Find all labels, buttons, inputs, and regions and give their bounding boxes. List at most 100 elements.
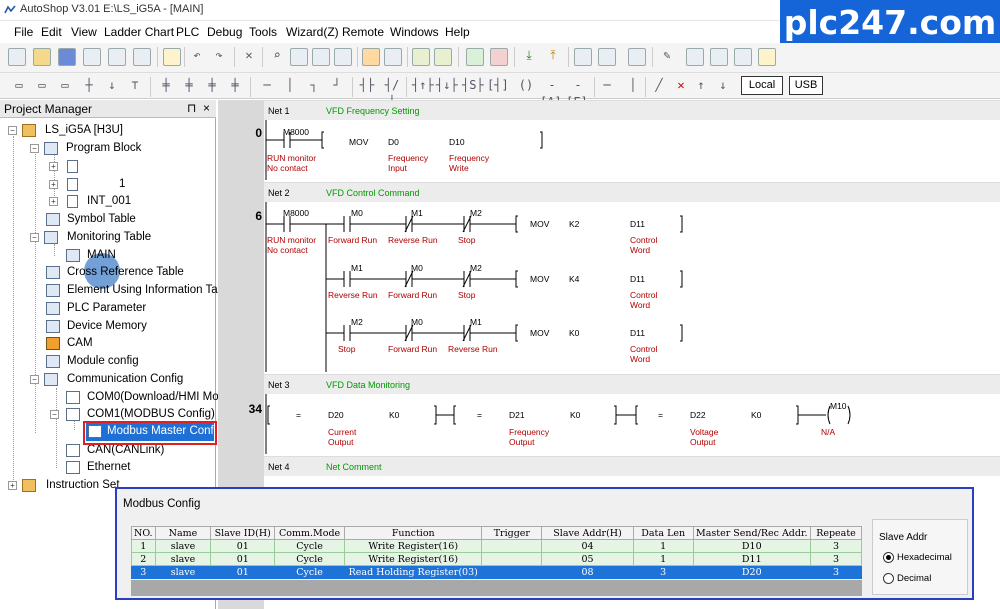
menu-file[interactable]: File [14,25,33,39]
cell: Cycle [274,539,346,553]
horizontal-line-icon[interactable]: ─ [598,77,616,94]
window-icon[interactable] [362,48,380,66]
col-master-addr[interactable]: Master Send/Rec Addr. [692,526,811,540]
binoculars-icon[interactable]: ⌕ [268,47,286,64]
list-icon[interactable] [734,48,752,66]
monitor-edit-icon[interactable] [434,48,452,66]
nc-contact-icon[interactable]: ┤/├ [383,77,401,109]
instruction-icon[interactable] [686,48,704,66]
hline-icon[interactable]: ─ [258,77,276,94]
paste-icon[interactable] [133,48,151,66]
copy-icon[interactable] [108,48,126,66]
save-icon[interactable] [58,48,76,66]
menu-wizard[interactable]: Wizard(Z) [286,25,339,39]
menu-plc[interactable]: PLC [176,25,199,39]
down-arrow-icon[interactable]: ↓ [714,77,732,94]
ladder-del-icon[interactable]: ⊤ [126,77,144,94]
monitor-icon[interactable] [412,48,430,66]
pencil-icon[interactable]: ✎ [658,47,676,64]
run-icon[interactable] [466,48,484,66]
element-info-label: Element Using Information Tab [67,284,225,296]
settings-icon[interactable] [628,48,646,66]
decimal-label[interactable]: Decimal [897,573,931,584]
table-row[interactable]: 3 slave 01 Cycle Read Holding Register(0… [131,565,863,579]
pin-icon[interactable]: ⊓ [187,101,196,115]
element-icon[interactable] [710,48,728,66]
ladder-tool-3-icon[interactable]: ▭ [56,77,74,94]
menu-debug[interactable]: Debug [207,25,242,39]
slash-icon[interactable]: ╱ [650,77,668,94]
col-name[interactable]: Name [154,526,212,540]
slave-addr-label: Slave Addr [879,532,928,543]
document-icon[interactable] [163,48,181,66]
decimal-radio[interactable] [883,573,894,584]
col-no[interactable]: NO. [131,526,156,540]
coil-icon[interactable]: () [515,77,537,94]
delete-line-icon[interactable]: ✕ [672,77,690,94]
table-row[interactable]: 2 slave 01 Cycle Write Register(16) 05 1… [131,552,863,566]
hline-del-icon[interactable]: ┐ [305,77,323,94]
redo-icon[interactable]: ↷ [210,47,228,64]
vline-icon[interactable]: │ [281,77,299,94]
plc-info-icon[interactable] [574,48,592,66]
hexadecimal-label[interactable]: Hexadecimal [897,552,952,563]
print-icon[interactable] [334,48,352,66]
plc-search-icon[interactable] [598,48,616,66]
falling-edge-icon[interactable]: ┤↓├ [436,77,458,94]
no-contact-icon[interactable]: ┤├ [358,77,376,94]
zoom-icon[interactable] [290,48,308,66]
memory-icon [46,320,60,333]
col-slave-addr[interactable]: Slave Addr(H) [541,526,634,540]
function-block-icon[interactable]: -[F]- [566,77,595,109]
menu-view[interactable]: View [71,25,97,39]
menu-tools[interactable]: Tools [249,25,277,39]
ladder-branch-3-icon[interactable]: ╪ [203,77,221,94]
col-function[interactable]: Function [344,526,483,540]
upload-icon[interactable]: ⤒ [544,47,562,64]
delete-icon[interactable]: ✕ [240,47,258,64]
menu-edit[interactable]: Edit [41,25,62,39]
menu-ladder-chart[interactable]: Ladder Chart [104,25,174,39]
usb-button[interactable]: USB [789,76,823,95]
local-button[interactable]: Local [741,76,783,95]
ladder-tool-1-icon[interactable]: ▭ [10,77,28,94]
compile-icon[interactable] [312,48,330,66]
menu-windows[interactable]: Windows [390,25,439,39]
net-3-number: Net 3 [268,380,290,390]
menu-remote[interactable]: Remote [342,25,384,39]
vline-del-icon[interactable]: ┘ [328,77,346,94]
new-file-icon[interactable] [8,48,26,66]
step-number: 0 [255,126,262,140]
ladder-branch-2-icon[interactable]: ╪ [180,77,198,94]
net-2-comment: VFD Control Command [326,188,420,198]
table-row[interactable]: 1 slave 01 Cycle Write Register(16) 04 1… [131,539,863,553]
parallel-contact-icon[interactable]: [┤] [487,77,509,94]
invert-icon[interactable]: ┤S├ [462,77,484,94]
vertical-line-icon[interactable]: │ [624,77,642,94]
close-icon[interactable]: × [203,101,210,115]
ladder-branch-4-icon[interactable]: ╪ [226,77,244,94]
up-arrow-icon[interactable]: ↑ [692,77,710,94]
ladder-tool-2-icon[interactable]: ▭ [33,77,51,94]
ladder-branch-1-icon[interactable]: ╪ [157,77,175,94]
stop-icon[interactable] [490,48,508,66]
undo-icon[interactable]: ↶ [188,47,206,64]
download-icon[interactable]: ⤓ [520,47,538,64]
notes-icon[interactable] [758,48,776,66]
rising-edge-icon[interactable]: ┤↑├ [412,77,434,94]
net-4-header: Net 4 Net Comment [264,456,1000,476]
col-trigger[interactable]: Trigger [481,526,543,540]
hexadecimal-radio[interactable] [883,552,894,563]
ladder-cross-icon[interactable]: ┼ [80,77,98,94]
col-slave-id[interactable]: Slave ID(H) [210,526,276,540]
ladder-view-icon[interactable] [384,48,402,66]
net2-r1-c0: M8000 [283,208,309,218]
col-data-len[interactable]: Data Len [632,526,694,540]
open-folder-icon[interactable] [33,48,51,66]
application-instruction-icon[interactable]: -[A]- [540,77,569,109]
ladder-down-icon[interactable]: ↓ [103,77,121,94]
col-repeate[interactable]: Repeate [809,526,863,540]
menu-help[interactable]: Help [445,25,470,39]
save-all-icon[interactable] [83,48,101,66]
col-comm-mode[interactable]: Comm.Mode [274,526,346,540]
